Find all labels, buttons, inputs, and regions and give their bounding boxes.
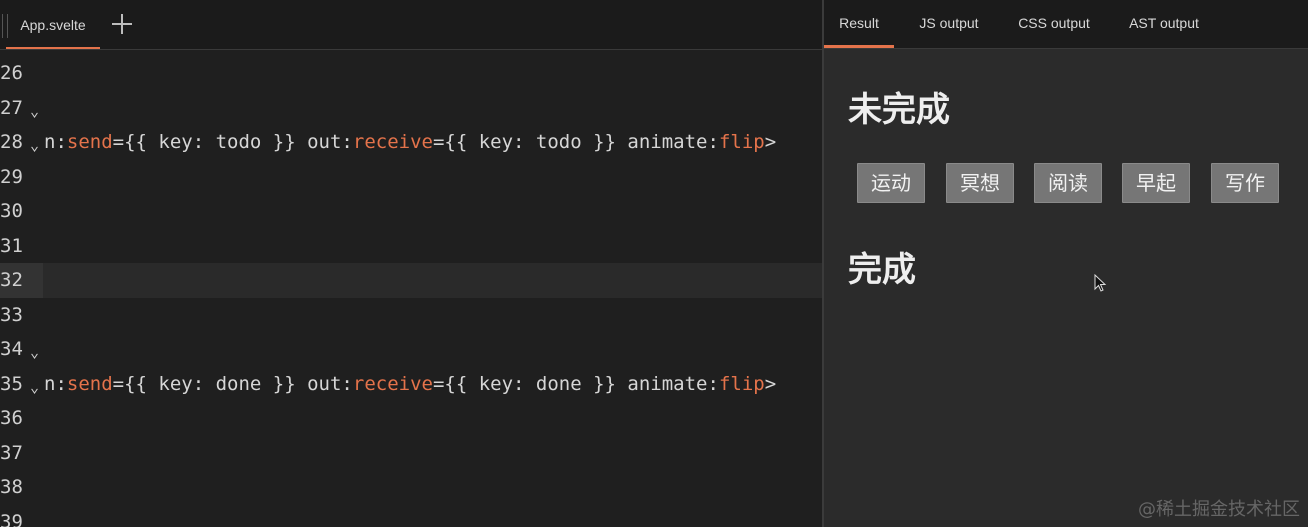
- line-number: 39: [0, 510, 23, 527]
- code-text: n:send={{ key: todo }} out:receive={{ ke…: [44, 125, 776, 160]
- editor-tab-bar: App.svelte: [0, 0, 822, 50]
- line-number: 34: [0, 338, 23, 360]
- code-text: n:send={{ key: done }} out:receive={{ ke…: [44, 367, 776, 402]
- code-token: ={{ key: todo }} out:: [112, 131, 353, 153]
- plus-icon[interactable]: [110, 12, 134, 36]
- code-line[interactable]: 32: [0, 263, 822, 298]
- code-line[interactable]: 39: [0, 505, 822, 527]
- code-line[interactable]: 37: [0, 436, 822, 471]
- code-area[interactable]: 26 27 ⌄ 28 ⌄ n:send={{ key: todo }} out:recei…: [0, 56, 822, 527]
- todo-item[interactable]: 运动: [857, 163, 925, 203]
- code-token: n:: [44, 372, 67, 395]
- code-token-attribute: send: [66, 131, 113, 153]
- line-number: 27: [0, 96, 23, 119]
- code-token-attribute: receive: [352, 131, 433, 153]
- tab-js-output[interactable]: JS output: [904, 0, 994, 48]
- mouse-cursor-icon: [1094, 274, 1107, 292]
- code-editor-pane: App.svelte 26 27 ⌄ 28 ⌄ n:send={{ key: todo }…: [0, 0, 822, 527]
- line-number: 37: [0, 441, 23, 464]
- code-line[interactable]: 35 ⌄ n:send={{ key: done }} out:receive={{…: [0, 367, 822, 402]
- code-token: ={{ key: done }} animate:: [432, 372, 719, 395]
- line-number: 26: [0, 62, 23, 84]
- line-number: 38: [0, 476, 23, 498]
- code-line[interactable]: 38: [0, 470, 822, 505]
- fold-chevron-icon[interactable]: ⌄: [30, 128, 39, 163]
- tab-result[interactable]: Result: [824, 0, 894, 48]
- tab-ast-output[interactable]: AST output: [1118, 0, 1210, 48]
- output-tab-bar: Result JS output CSS output AST output: [824, 0, 1308, 49]
- line-number: 35: [0, 372, 23, 395]
- line-number: 32: [0, 269, 23, 291]
- line-number: 28: [0, 131, 23, 153]
- code-line[interactable]: 30: [0, 194, 822, 229]
- code-token: ={{ key: todo }} animate:: [432, 131, 719, 153]
- code-line[interactable]: 26: [0, 56, 822, 91]
- line-number: 36: [0, 407, 23, 429]
- code-line[interactable]: 33: [0, 298, 822, 333]
- tab-css-output[interactable]: CSS output: [1008, 0, 1100, 48]
- code-token-attribute: flip: [718, 131, 765, 153]
- code-line[interactable]: 31: [0, 229, 822, 264]
- code-token-attribute: flip: [718, 372, 765, 395]
- code-token: n:: [44, 131, 67, 153]
- code-token-attribute: receive: [352, 372, 433, 395]
- svelte-repl: App.svelte 26 27 ⌄ 28 ⌄ n:send={{ key: todo }…: [0, 0, 1308, 527]
- line-number: 30: [0, 200, 23, 222]
- line-number: 29: [0, 165, 23, 188]
- code-token: ={{ key: done }} out:: [112, 372, 353, 395]
- code-line[interactable]: 36: [0, 401, 822, 436]
- code-token: >: [764, 372, 777, 395]
- line-number: 31: [0, 234, 23, 257]
- todo-item[interactable]: 早起: [1122, 163, 1190, 203]
- code-line[interactable]: 28 ⌄ n:send={{ key: todo }} out:receive={{…: [0, 125, 822, 160]
- output-pane: Result JS output CSS output AST output 未…: [824, 0, 1308, 527]
- fold-chevron-icon[interactable]: ⌄: [30, 370, 39, 405]
- code-token: >: [764, 131, 777, 153]
- fold-chevron-icon[interactable]: ⌄: [30, 335, 39, 370]
- todo-item[interactable]: 写作: [1211, 163, 1279, 203]
- todo-heading: 未完成: [848, 90, 950, 130]
- todo-item[interactable]: 阅读: [1034, 163, 1102, 203]
- watermark: @稀土掘金技术社区: [1138, 499, 1300, 520]
- fold-chevron-icon[interactable]: ⌄: [30, 94, 39, 129]
- code-line[interactable]: 29: [0, 160, 822, 195]
- file-tab-app-svelte[interactable]: App.svelte: [6, 0, 100, 49]
- done-heading: 完成: [848, 250, 916, 290]
- code-line[interactable]: 27 ⌄: [0, 91, 822, 126]
- code-line[interactable]: 34 ⌄: [0, 332, 822, 367]
- code-token-attribute: send: [66, 372, 113, 395]
- todo-item[interactable]: 冥想: [946, 163, 1014, 203]
- line-number: 33: [0, 303, 23, 326]
